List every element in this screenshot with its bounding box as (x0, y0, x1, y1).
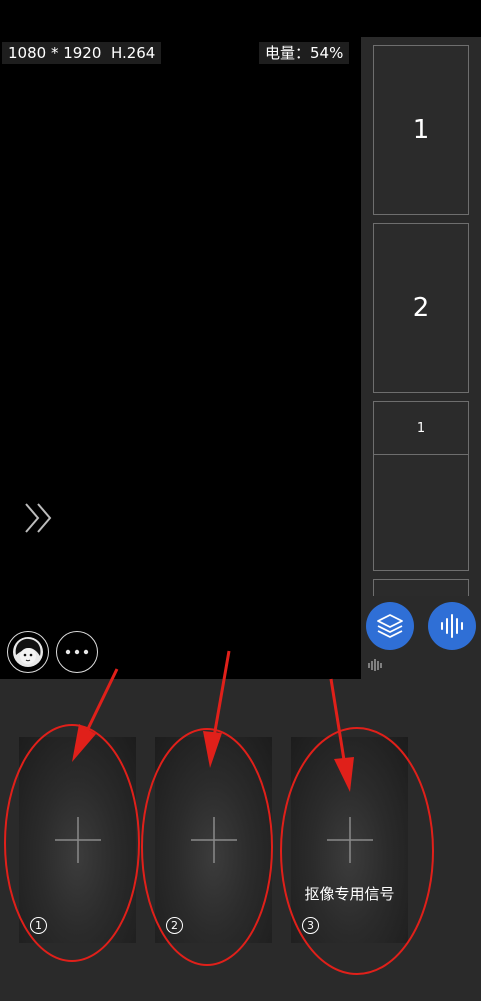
plus-icon (55, 817, 101, 863)
add-source-card-3[interactable]: 抠像专用信号 3 (291, 737, 408, 943)
source-slot-label: 1 (412, 115, 430, 145)
card-index: 1 (30, 917, 47, 934)
source-slot-label: 1 (416, 420, 426, 436)
add-source-card-1[interactable]: 1 (19, 737, 136, 943)
audio-button[interactable] (428, 602, 476, 650)
more-button[interactable] (56, 631, 98, 673)
source-slot-4[interactable] (373, 579, 469, 596)
double-chevron-right-icon[interactable] (22, 500, 58, 540)
battery-text: 电量：54% (265, 44, 344, 62)
layers-icon (377, 614, 403, 638)
card-index: 2 (166, 917, 183, 934)
source-slot-1[interactable]: 1 (373, 45, 469, 215)
audio-level-icon (367, 657, 385, 676)
camera-preview[interactable] (0, 0, 361, 679)
source-slot-header: 1 (374, 402, 468, 455)
top-strip (361, 0, 481, 37)
resolution-text: 1080 * 1920 (8, 44, 102, 62)
source-slot-label: 2 (412, 293, 430, 323)
beauty-avatar-button[interactable] (7, 631, 49, 673)
plus-icon (327, 817, 373, 863)
layers-button[interactable] (366, 602, 414, 650)
source-slot-3[interactable]: 1 (373, 401, 469, 571)
codec-text: H.264 (110, 44, 156, 62)
battery-badge: 电量：54% (259, 42, 350, 64)
sound-wave-icon (441, 614, 463, 638)
chroma-key-label: 抠像专用信号 (304, 885, 395, 903)
card-index: 3 (302, 917, 319, 934)
resolution-badge: 1080 * 1920 H.264 (2, 42, 162, 64)
source-side-panel: 1 2 1 (361, 37, 481, 679)
add-source-card-2[interactable]: 2 (155, 737, 272, 943)
source-slot-2[interactable]: 2 (373, 223, 469, 393)
plus-icon (191, 817, 237, 863)
more-dots-icon (65, 649, 89, 655)
beauty-avatar-icon (13, 637, 43, 667)
